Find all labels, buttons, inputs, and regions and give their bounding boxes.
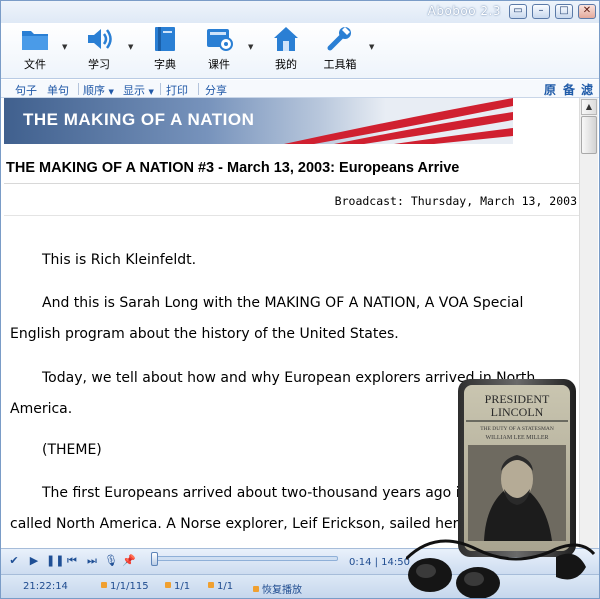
status-position: 1/1/115 [101,581,149,592]
home-icon [274,27,298,51]
book-title-line-2: LINCOLN [491,405,544,419]
study-dropdown-arrow[interactable]: ▼ [128,43,136,51]
wrench-icon [327,27,351,51]
menu-sentence[interactable]: 句子 [15,82,37,98]
toolbox-dropdown-arrow[interactable]: ▼ [369,43,377,51]
status-position-text: 1/1/115 [110,581,149,592]
book-icon [155,27,175,51]
article-banner: THE MAKING OF A NATION [4,98,513,144]
scroll-thumb[interactable] [581,116,597,154]
article-paragraph: This is Rich Kleinfeldt. [42,252,197,268]
audiobook-player-picture: PRESIDENT LINCOLN THE DUTY OF A STATESMA… [406,379,596,598]
banner-title: THE MAKING OF A NATION [23,110,255,129]
status-resume[interactable]: 恢复播放 [253,581,302,596]
menu-row: 句子 单句 顺序 ▼ 显示 ▼ 打印 分享 原 备 滤 [1,80,599,98]
toolbar-my-button[interactable]: 我的 [262,25,310,75]
courseware-icon [207,29,233,51]
menu-share[interactable]: 分享 [205,82,227,98]
pause-icon[interactable]: ❚❚ [46,554,64,568]
progress-knob[interactable] [151,552,158,566]
playback-time: 0:14 | 14:50 [349,557,411,568]
menu-separator [160,83,161,95]
app-window: Aboboo 2.3 ▭ – □ ✕ 文件 ▼ 学习 ▼ 字典 课件 ▼ 我的 … [0,0,600,599]
courseware-dropdown-arrow[interactable]: ▼ [248,43,256,51]
microphone-icon[interactable]: 🎙 [104,554,118,568]
book-subtitle: THE DUTY OF A STATESMAN [480,426,554,432]
menu-print[interactable]: 打印 [166,82,188,98]
chevron-down-icon: ▼ [148,88,154,96]
status-dot-icon [165,582,171,588]
toolbar-study-button[interactable]: 学习 [75,25,123,75]
status-resume-text: 恢复播放 [262,585,302,596]
main-toolbar: 文件 ▼ 学习 ▼ 字典 课件 ▼ 我的 工具箱 ▼ [1,23,599,79]
toolbar-study-label: 学习 [88,58,110,71]
status-repeat-text: 1/1 [217,581,234,592]
menu-order[interactable]: 顺序 ▼ [83,82,114,98]
broadcast-date: Broadcast: Thursday, March 13, 2003 [334,194,577,208]
pin-icon[interactable]: 📌 [122,554,136,568]
play-icon[interactable]: ▶ [27,554,41,568]
menu-filter[interactable]: 滤 [581,81,593,98]
menu-original[interactable]: 原 [544,81,556,98]
folder-icon [22,31,48,50]
file-dropdown-arrow[interactable]: ▼ [62,43,70,51]
minimize-button[interactable]: – [532,4,550,19]
toolbar-courseware-label: 课件 [208,58,230,71]
scroll-up-button[interactable]: ▲ [581,99,597,115]
toolbar-toolbox-label: 工具箱 [323,58,357,71]
toolbar-file-button[interactable]: 文件 [11,25,59,75]
menu-display-label: 显示 [123,84,145,97]
book-title-line-1: PRESIDENT [485,392,550,406]
menu-single-sentence[interactable]: 单句 [47,82,69,98]
restore-button[interactable]: ▭ [509,4,527,19]
menu-separator [198,83,199,95]
article-paragraph: And this is Sarah Long with the MAKING O… [10,295,524,342]
maximize-button[interactable]: □ [555,4,573,19]
previous-icon[interactable]: ⏮ [65,554,79,568]
toolbar-courseware-button[interactable]: 课件 [195,25,243,75]
status-dot-icon [253,586,259,592]
divider [4,215,579,216]
toolbar-toolbox-button[interactable]: 工具箱 [316,25,364,75]
menu-order-label: 顺序 [83,84,105,97]
next-icon[interactable]: ⏭ [85,554,99,568]
status-sentence-text: 1/1 [174,581,191,592]
toolbar-dictionary-label: 字典 [154,58,176,71]
menu-backup[interactable]: 备 [563,81,575,98]
toolbar-file-label: 文件 [24,58,46,71]
check-icon[interactable]: ✔ [7,554,21,568]
title-bar: Aboboo 2.3 ▭ – □ ✕ [1,1,599,23]
book-author: WILLIAM LEE MILLER [486,435,549,441]
status-dot-icon [101,582,107,588]
status-dot-icon [208,582,214,588]
article-title: THE MAKING OF A NATION #3 - March 13, 20… [6,160,460,176]
speaker-icon [88,29,112,49]
status-clock: 21:22:14 [23,581,68,592]
menu-display[interactable]: 显示 ▼ [123,82,154,98]
close-button[interactable]: ✕ [578,4,596,19]
menu-separator [78,83,79,95]
chevron-down-icon: ▼ [108,88,114,96]
toolbar-dictionary-button[interactable]: 字典 [141,25,189,75]
app-title: Aboboo 2.3 [427,4,501,18]
status-repeat: 1/1 [208,581,233,592]
divider [4,183,579,184]
status-sentence: 1/1 [165,581,190,592]
progress-bar[interactable] [153,556,338,561]
toolbar-my-label: 我的 [275,58,297,71]
